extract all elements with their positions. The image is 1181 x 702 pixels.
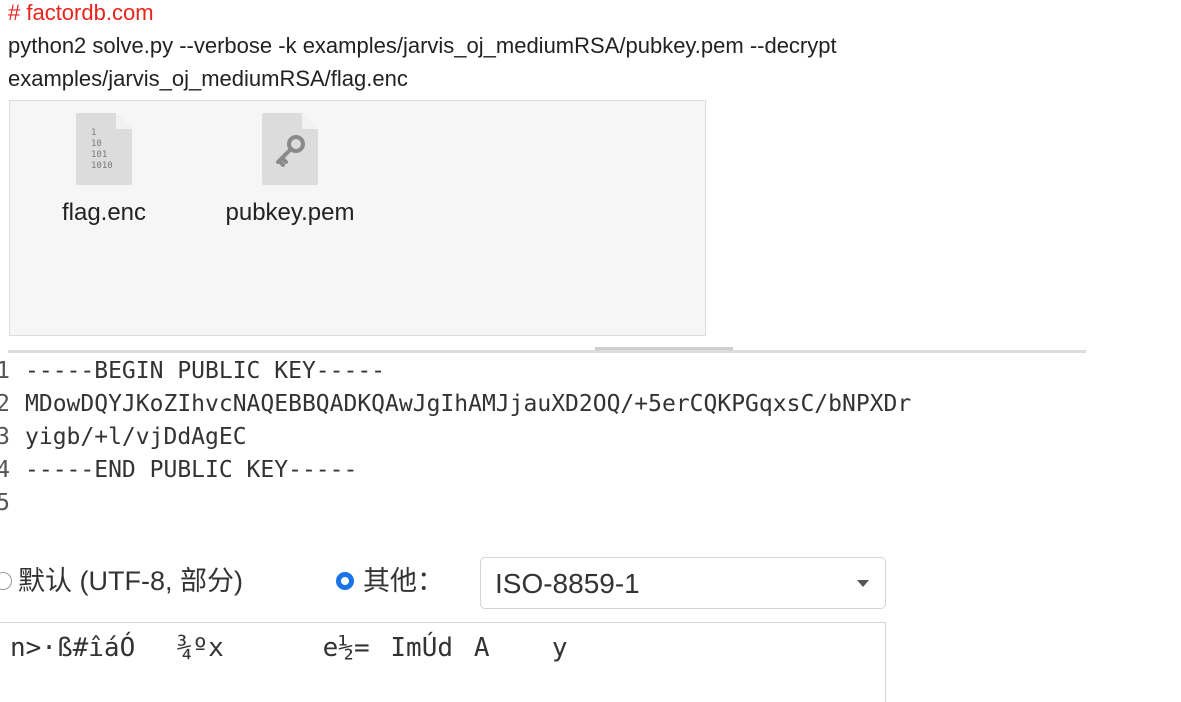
line-text: MDowDQYJKoZIhvcNAQEBBQADKQAwJgIhAMJjauXD… <box>25 391 912 417</box>
line-text: -----BEGIN PUBLIC KEY----- <box>25 358 386 384</box>
editor-line: 2 MDowDQYJKoZIhvcNAQEBBQADKQAwJgIhAMJjau… <box>0 388 1090 421</box>
svg-text:10: 10 <box>91 139 102 149</box>
line-number: 5 <box>0 490 10 516</box>
binary-file-icon: 1 10 101 1010 <box>76 113 132 185</box>
radio-other-label[interactable]: 其他： <box>363 562 444 600</box>
svg-text:101: 101 <box>91 150 107 160</box>
chevron-down-icon <box>857 580 869 587</box>
key-file-icon <box>262 113 318 185</box>
encoding-select-value: ISO-8859-1 <box>495 568 640 599</box>
decoded-text: n>·ß#îáÓ¾ºx e½=ImÚdA y <box>10 633 568 663</box>
svg-text:1010: 1010 <box>91 161 113 171</box>
radio-default-label[interactable]: 默认 (UTF-8, 部分) <box>18 562 243 600</box>
editor-line: 3 yigb/+l/vjDdAgEC <box>0 421 1090 454</box>
file-item-flag-enc[interactable]: 1 10 101 1010 flag.enc <box>50 111 158 227</box>
svg-text:1: 1 <box>91 128 96 138</box>
panel-divider <box>8 350 1086 353</box>
resize-handle[interactable] <box>595 347 733 350</box>
editor-line: 1 -----BEGIN PUBLIC KEY----- <box>0 355 1090 388</box>
line-number: 4 <box>0 457 10 483</box>
encoding-select[interactable]: ISO-8859-1 <box>480 557 886 609</box>
radio-default-encoding[interactable] <box>0 572 12 590</box>
command-line-1: python2 solve.py --verbose -k examples/j… <box>8 33 837 58</box>
file-name-label: pubkey.pem <box>225 199 355 226</box>
line-number: 3 <box>0 424 10 450</box>
editor-line: 4 -----END PUBLIC KEY----- <box>0 454 1090 487</box>
radio-other-encoding[interactable] <box>336 572 354 590</box>
command-line-2: examples/jarvis_oj_mediumRSA/flag.enc <box>8 66 408 91</box>
file-name-label: flag.enc <box>61 199 147 226</box>
line-number: 1 <box>0 358 10 384</box>
file-browser-panel: 1 10 101 1010 flag.enc pubkey.pem <box>9 100 706 336</box>
text-editor[interactable]: 1 -----BEGIN PUBLIC KEY----- 2 MDowDQYJK… <box>0 355 1090 525</box>
encoding-selector: 默认 (UTF-8, 部分) 其他： ISO-8859-1 <box>0 556 900 612</box>
page-heading: # factordb.com <box>8 0 154 25</box>
editor-line: 5 <box>0 487 1090 520</box>
line-text: -----END PUBLIC KEY----- <box>25 457 358 483</box>
line-text: yigb/+l/vjDdAgEC <box>25 424 247 450</box>
decoded-output[interactable]: n>·ß#îáÓ¾ºx e½=ImÚdA y <box>0 622 886 702</box>
line-number: 2 <box>0 391 10 417</box>
file-item-pubkey-pem[interactable]: pubkey.pem <box>205 111 375 227</box>
